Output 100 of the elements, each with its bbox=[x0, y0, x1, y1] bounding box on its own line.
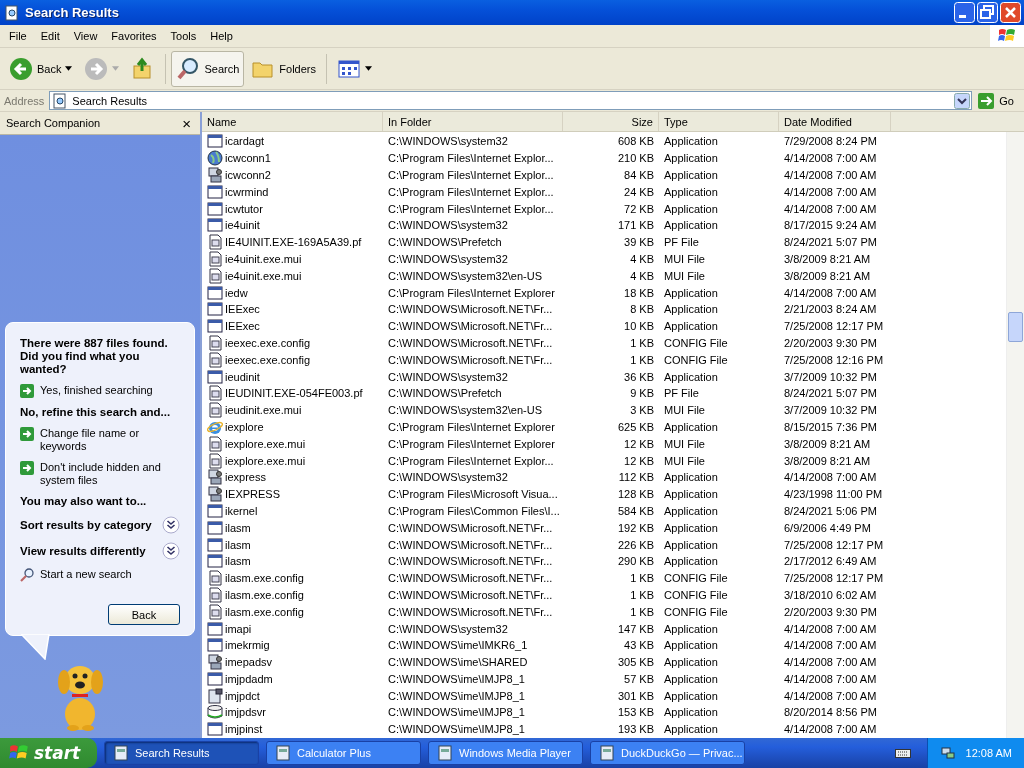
file-name-cell[interactable]: imjpdct bbox=[202, 687, 383, 704]
start-button[interactable]: start bbox=[0, 738, 97, 768]
file-name-cell[interactable]: imjpdadm bbox=[202, 670, 383, 687]
column-header[interactable]: Date Modified bbox=[779, 112, 891, 131]
file-name-cell[interactable]: icardagt bbox=[202, 133, 383, 150]
back-button[interactable]: Back bbox=[108, 604, 180, 625]
file-name-cell[interactable]: ie4uinit.exe.mui bbox=[202, 250, 383, 267]
size-cell-text: 4 KB bbox=[629, 269, 655, 282]
taskbar-button[interactable]: Windows Media Player bbox=[428, 741, 583, 765]
file-name-cell[interactable]: iexplore.exe.mui bbox=[202, 435, 383, 452]
date-cell-text: 4/14/2008 7:00 AM bbox=[783, 169, 878, 181]
file-name-cell[interactable]: ie4uinit bbox=[202, 217, 383, 234]
file-name-cell[interactable]: ieudinit.exe.mui bbox=[202, 402, 383, 419]
menu-item[interactable]: View bbox=[66, 30, 105, 42]
settings-file-icon bbox=[207, 586, 223, 603]
file-name-cell[interactable]: IEUDINIT.EXE-054FE003.pf bbox=[202, 385, 383, 402]
arrow-icon bbox=[20, 427, 34, 441]
settings-file-icon bbox=[207, 435, 223, 452]
date-cell-text: 7/25/2008 12:16 PM bbox=[783, 353, 885, 366]
folder-path-cell-text: C:\WINDOWS\Microsoft.NET\Fr... bbox=[387, 605, 554, 618]
menu-item[interactable]: File bbox=[2, 30, 34, 42]
file-name-cell[interactable]: ilasm.exe.config bbox=[202, 570, 383, 587]
file-name-cell[interactable]: ikernel bbox=[202, 502, 383, 519]
file-name-cell[interactable]: ilasm bbox=[202, 553, 383, 570]
date-cell-text: 4/14/2008 7:00 AM bbox=[783, 152, 878, 165]
file-name-cell[interactable]: iexpress bbox=[202, 469, 383, 486]
menu-item[interactable]: Favorites bbox=[104, 30, 164, 42]
close-button[interactable]: × bbox=[179, 115, 194, 131]
address-field[interactable]: Search Results bbox=[49, 91, 973, 110]
globe-icon bbox=[207, 150, 223, 167]
taskbar-button[interactable]: DuckDuckGo — Privac... bbox=[590, 741, 745, 765]
expand-option[interactable]: View results differently bbox=[20, 542, 180, 560]
file-name-cell[interactable]: icwconn2 bbox=[202, 167, 383, 183]
file-name-cell[interactable]: iexplore.exe.mui bbox=[202, 452, 383, 469]
menu-item[interactable]: Tools bbox=[163, 30, 204, 42]
menu-item[interactable]: Help bbox=[203, 30, 240, 42]
file-name-cell[interactable]: IEExec bbox=[202, 301, 383, 318]
file-name-cell[interactable]: imepadsv bbox=[202, 654, 383, 671]
file-name-cell[interactable]: ieexec.exe.config bbox=[202, 334, 383, 351]
type-cell-text: Application bbox=[663, 303, 719, 316]
menu-item[interactable]: Edit bbox=[33, 30, 67, 42]
new-search-link[interactable]: Start a new search bbox=[20, 568, 180, 582]
vertical-scrollbar[interactable] bbox=[1006, 132, 1024, 738]
file-name-cell[interactable]: ilasm.exe.config bbox=[202, 586, 383, 603]
file-name-cell[interactable]: icwrmind bbox=[202, 183, 383, 200]
type-cell-text: PF File bbox=[663, 387, 700, 400]
file-name-cell[interactable]: ieudinit bbox=[202, 368, 383, 385]
file-name-cell[interactable]: ilasm.exe.config bbox=[202, 603, 383, 620]
option-link[interactable]: Don't include hidden and system files bbox=[20, 461, 180, 487]
file-name-cell[interactable]: ieexec.exe.config bbox=[202, 351, 383, 368]
application-window-icon bbox=[207, 553, 223, 570]
column-header[interactable]: Size bbox=[563, 112, 659, 131]
file-name-cell[interactable]: IE4UINIT.EXE-169A5A39.pf bbox=[202, 234, 383, 251]
keyboard-icon[interactable] bbox=[894, 747, 911, 759]
file-name-cell[interactable]: ilasm bbox=[202, 536, 383, 553]
application-window-icon bbox=[207, 368, 223, 385]
file-name-cell[interactable]: imjpinst bbox=[202, 721, 383, 738]
size-cell-text: 3 KB bbox=[629, 404, 655, 417]
go-arrow-icon bbox=[978, 92, 995, 109]
taskbar-button[interactable]: Calculator Plus bbox=[266, 741, 421, 765]
size-cell-text: 128 KB bbox=[616, 488, 655, 501]
minimize-button[interactable] bbox=[954, 2, 975, 23]
settings-file-icon bbox=[207, 351, 223, 368]
type-cell-text: Application bbox=[663, 471, 719, 484]
file-name-cell[interactable]: icwtutor bbox=[202, 200, 383, 217]
type-cell-text: Application bbox=[663, 185, 719, 198]
folders-button[interactable]: Folders bbox=[246, 50, 321, 87]
file-name-cell[interactable]: imekrmig bbox=[202, 637, 383, 654]
size-cell-text: 1 KB bbox=[629, 336, 655, 349]
application-window-icon bbox=[207, 301, 223, 318]
folder-path-cell-text: C:\WINDOWS\Microsoft.NET\Fr... bbox=[387, 555, 554, 568]
date-cell-text: 6/9/2006 4:49 PM bbox=[783, 521, 872, 534]
file-name-cell[interactable]: imapi bbox=[202, 620, 383, 637]
date-cell-text: 8/17/2015 9:24 AM bbox=[783, 219, 878, 232]
dropdown-button[interactable] bbox=[954, 92, 971, 109]
back-button[interactable]: Back bbox=[4, 50, 78, 87]
maximize-button[interactable] bbox=[977, 2, 998, 23]
expand-option[interactable]: Sort results by category bbox=[20, 516, 180, 534]
go-button[interactable]: Go bbox=[975, 92, 1020, 109]
close-button[interactable] bbox=[1000, 2, 1021, 23]
search-button[interactable]: Search bbox=[171, 50, 245, 87]
file-name-cell[interactable]: imjpdsvr bbox=[202, 704, 383, 721]
file-name-cell[interactable]: iexplore bbox=[202, 418, 383, 435]
option-link[interactable]: Change file name or keywords bbox=[20, 427, 180, 453]
file-name-cell[interactable]: IEExec bbox=[202, 318, 383, 335]
type-cell-text: Application bbox=[663, 723, 719, 736]
column-header[interactable]: Type bbox=[659, 112, 779, 131]
file-name-cell[interactable]: ie4uinit.exe.mui bbox=[202, 267, 383, 284]
folder-path-cell-text: C:\Program Files\Microsoft Visua... bbox=[387, 488, 559, 501]
file-name-cell[interactable]: IEXPRESS bbox=[202, 486, 383, 503]
folder-path-cell-text: C:\WINDOWS\ime\IMJP8_1 bbox=[387, 723, 526, 736]
option-link[interactable]: Yes, finished searching bbox=[20, 384, 180, 398]
column-header[interactable]: Name bbox=[202, 112, 383, 131]
file-name-cell[interactable]: icwconn1 bbox=[202, 150, 383, 167]
file-name-cell[interactable]: ilasm bbox=[202, 519, 383, 536]
taskbar-button[interactable]: Search Results bbox=[104, 741, 259, 765]
network-icon[interactable] bbox=[939, 745, 956, 761]
application-window-icon bbox=[207, 318, 223, 335]
file-name-cell[interactable]: iedw bbox=[202, 284, 383, 301]
column-header[interactable]: In Folder bbox=[383, 112, 563, 131]
